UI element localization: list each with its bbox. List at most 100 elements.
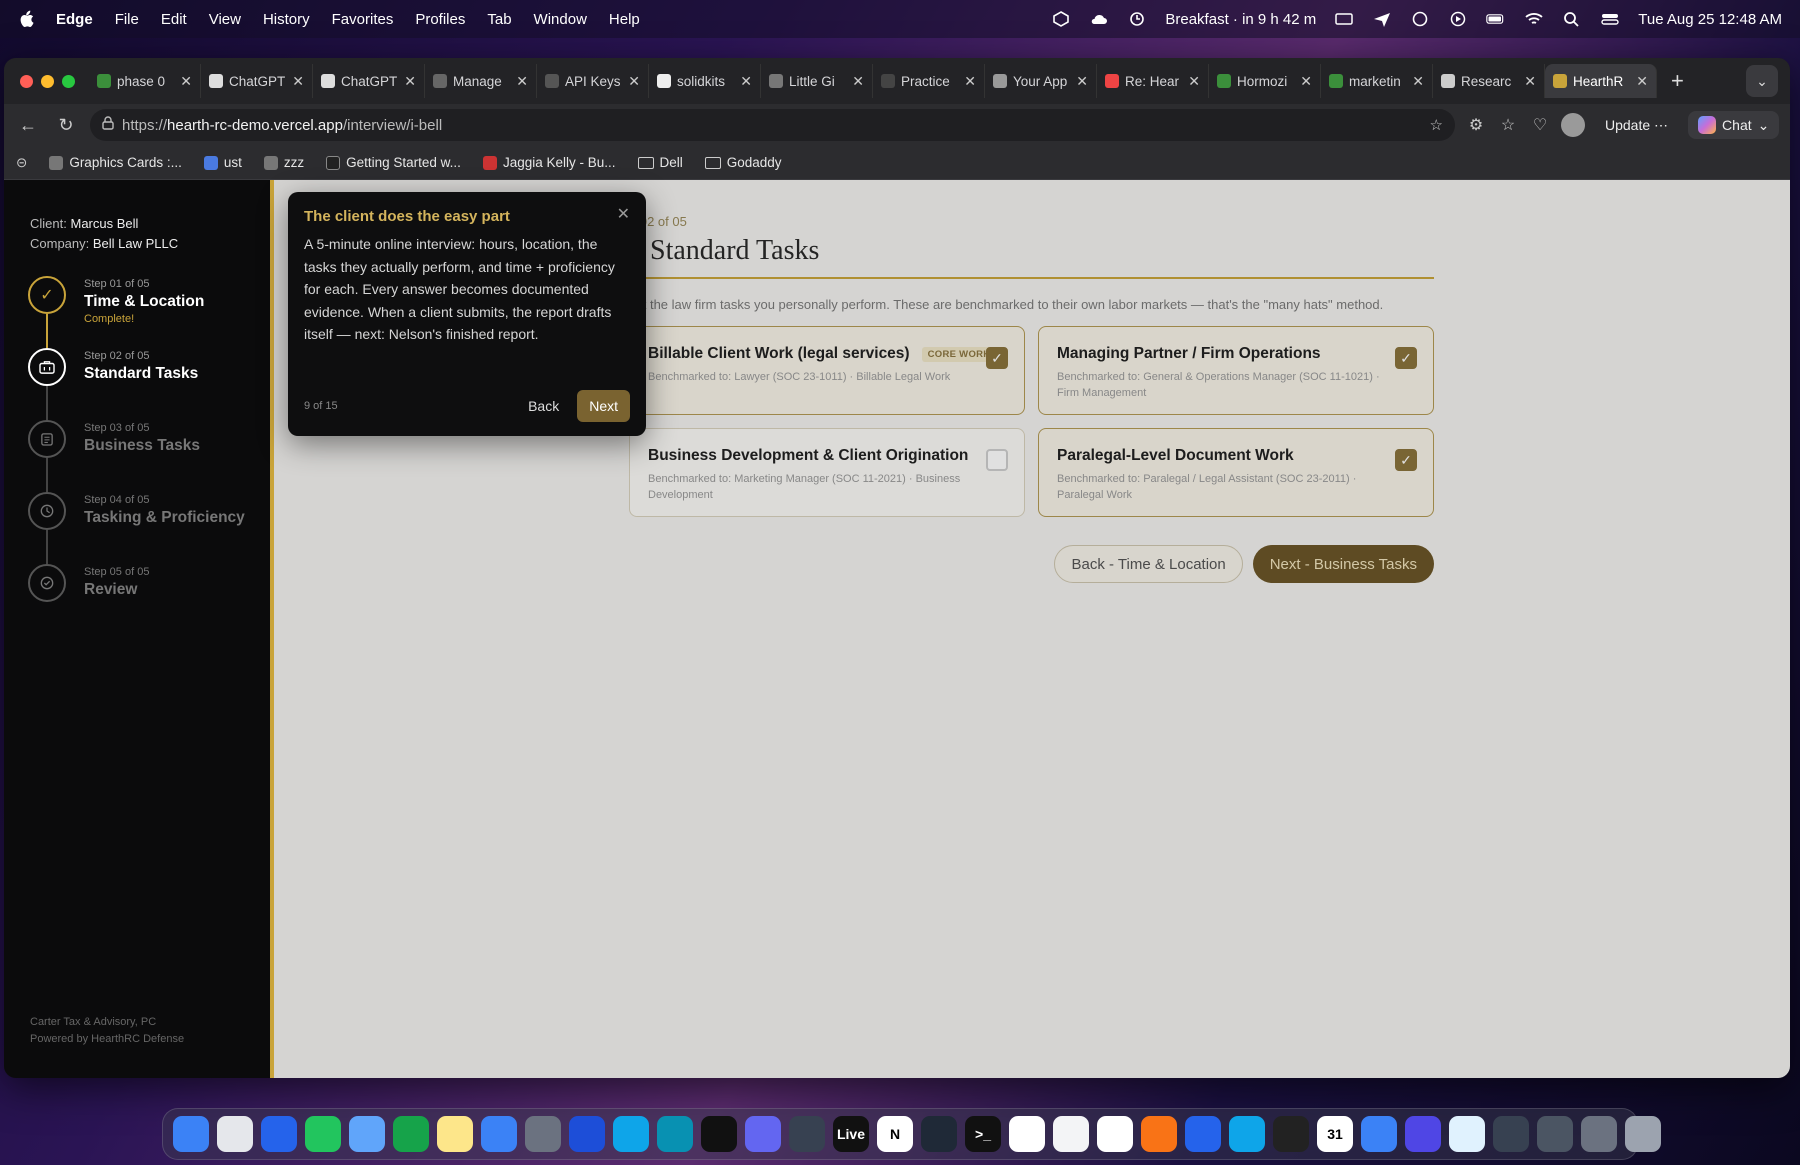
terminal-icon[interactable]: >_: [965, 1116, 1001, 1152]
task-card-paralegal[interactable]: Paralegal-Level Document Work Benchmarke…: [1038, 428, 1434, 517]
close-tab-icon[interactable]: ✕: [180, 73, 192, 90]
google-drive-icon[interactable]: [1009, 1116, 1045, 1152]
chevron-down-icon[interactable]: ⌄: [1746, 65, 1778, 97]
menu-view[interactable]: View: [209, 11, 241, 28]
bookmark-getting-started[interactable]: Getting Started w...: [326, 155, 461, 170]
copilot-chat-button[interactable]: Chat ⌄: [1688, 111, 1780, 139]
timer-icon[interactable]: [1127, 11, 1147, 27]
tab-2[interactable]: ChatGPT ✕: [313, 64, 425, 98]
tour-back-button[interactable]: Back: [516, 392, 571, 420]
telegram-icon[interactable]: [1229, 1116, 1265, 1152]
textedit-icon[interactable]: [1053, 1116, 1089, 1152]
cloud-icon[interactable]: [1089, 11, 1109, 27]
send-icon[interactable]: [1372, 11, 1392, 27]
tab-5[interactable]: solidkits ✕: [649, 64, 761, 98]
edge-icon[interactable]: [657, 1116, 693, 1152]
tab-12[interactable]: Researc ✕: [1433, 64, 1545, 98]
task-checkbox[interactable]: ✓: [1395, 347, 1417, 369]
cube-app-icon[interactable]: [1273, 1116, 1309, 1152]
star-icon[interactable]: ☆: [1430, 116, 1443, 134]
ableton-live-icon[interactable]: Live: [833, 1116, 869, 1152]
maximize-window-button[interactable]: [62, 74, 75, 88]
calendar-event[interactable]: Breakfast · in 9 h 42 m: [1165, 11, 1316, 28]
tab-0[interactable]: phase 0 ✕: [89, 64, 201, 98]
facetime-icon[interactable]: [393, 1116, 429, 1152]
apple-icon[interactable]: [18, 10, 34, 28]
close-tab-icon[interactable]: ✕: [1412, 73, 1424, 90]
close-tab-icon[interactable]: ✕: [516, 73, 528, 90]
datetime[interactable]: Tue Aug 25 12:48 AM: [1638, 11, 1782, 28]
claude-icon[interactable]: [1141, 1116, 1177, 1152]
profile-avatar[interactable]: [1561, 113, 1585, 137]
close-tab-icon[interactable]: ✕: [1076, 73, 1088, 90]
signal-icon[interactable]: [1405, 1116, 1441, 1152]
launchpad-icon[interactable]: [217, 1116, 253, 1152]
close-tab-icon[interactable]: ✕: [1524, 73, 1536, 90]
step-time-location[interactable]: ✓ Step 01 of 05 Time & Location Complete!: [28, 276, 245, 348]
step-business-tasks[interactable]: Step 03 of 05 Business Tasks: [28, 420, 245, 492]
menu-profiles[interactable]: Profiles: [415, 11, 465, 28]
back-time-location-button[interactable]: Back - Time & Location: [1054, 545, 1243, 583]
control-center-icon[interactable]: [1600, 11, 1620, 27]
menu-favorites[interactable]: Favorites: [332, 11, 394, 28]
app-name[interactable]: Edge: [56, 11, 93, 28]
close-tab-icon[interactable]: ✕: [740, 73, 752, 90]
tab-4[interactable]: API Keys ✕: [537, 64, 649, 98]
bookmark-graphics-cards[interactable]: Graphics Cards :...: [49, 155, 182, 170]
bookmarks-toggle-icon[interactable]: ⊝: [16, 155, 27, 171]
davinci-icon[interactable]: [789, 1116, 825, 1152]
back-arrow-icon[interactable]: ←: [14, 115, 42, 136]
menu-history[interactable]: History: [263, 11, 310, 28]
recent-window-icon[interactable]: [1581, 1116, 1617, 1152]
app-store-icon[interactable]: [481, 1116, 517, 1152]
menu-edit[interactable]: Edit: [161, 11, 187, 28]
messages-icon[interactable]: [305, 1116, 341, 1152]
extensions-icon[interactable]: ⚙: [1465, 115, 1487, 135]
word-icon[interactable]: [569, 1116, 605, 1152]
menu-help[interactable]: Help: [609, 11, 640, 28]
close-tab-icon[interactable]: ✕: [1300, 73, 1312, 90]
docker-icon[interactable]: [1361, 1116, 1397, 1152]
tab-9[interactable]: Re: Hear ✕: [1097, 64, 1209, 98]
tab-3[interactable]: Manage ✕: [425, 64, 537, 98]
health-icon[interactable]: ♡: [1529, 115, 1551, 135]
close-window-button[interactable]: [20, 74, 33, 88]
onedrive-icon[interactable]: [613, 1116, 649, 1152]
close-icon[interactable]: ✕: [617, 204, 630, 224]
calendar-icon[interactable]: 31: [1317, 1116, 1353, 1152]
trash-icon[interactable]: [1625, 1116, 1661, 1152]
close-tab-icon[interactable]: ✕: [1636, 73, 1648, 90]
task-checkbox[interactable]: ✓: [1395, 449, 1417, 471]
cube-icon[interactable]: [1051, 11, 1071, 27]
notion-icon[interactable]: N: [877, 1116, 913, 1152]
search-icon[interactable]: [1562, 11, 1582, 27]
bookmark-dell[interactable]: Dell: [637, 155, 683, 170]
close-tab-icon[interactable]: ✕: [628, 73, 640, 90]
finder-folder-icon[interactable]: [1449, 1116, 1485, 1152]
activity-monitor-icon[interactable]: [921, 1116, 957, 1152]
system-settings-icon[interactable]: [525, 1116, 561, 1152]
close-tab-icon[interactable]: ✕: [292, 73, 304, 90]
tab-10[interactable]: Hormozi ✕: [1209, 64, 1321, 98]
close-tab-icon[interactable]: ✕: [964, 73, 976, 90]
address-bar[interactable]: https://hearth-rc-demo.vercel.app/interv…: [90, 109, 1455, 141]
close-tab-icon[interactable]: ✕: [1188, 73, 1200, 90]
minimize-window-button[interactable]: [41, 74, 54, 88]
chatgpt-icon[interactable]: [1097, 1116, 1133, 1152]
play-icon[interactable]: [1448, 11, 1468, 27]
tab-13-active[interactable]: HearthR ✕: [1545, 64, 1657, 98]
recent-window-icon[interactable]: [1537, 1116, 1573, 1152]
safari-icon[interactable]: [261, 1116, 297, 1152]
step-standard-tasks[interactable]: Step 02 of 05 Standard Tasks: [28, 348, 245, 420]
tab-11[interactable]: marketin ✕: [1321, 64, 1433, 98]
update-button[interactable]: Update ⋯: [1595, 113, 1678, 138]
tour-next-button[interactable]: Next: [577, 390, 630, 422]
finder-icon[interactable]: [173, 1116, 209, 1152]
close-tab-icon[interactable]: ✕: [852, 73, 864, 90]
recent-window-icon[interactable]: [1493, 1116, 1529, 1152]
mail-icon[interactable]: [349, 1116, 385, 1152]
tab-6[interactable]: Little Gi ✕: [761, 64, 873, 98]
vscode-icon[interactable]: [1185, 1116, 1221, 1152]
screen-share-icon[interactable]: [1334, 11, 1354, 27]
task-card-business-development[interactable]: Business Development & Client Originatio…: [629, 428, 1025, 517]
